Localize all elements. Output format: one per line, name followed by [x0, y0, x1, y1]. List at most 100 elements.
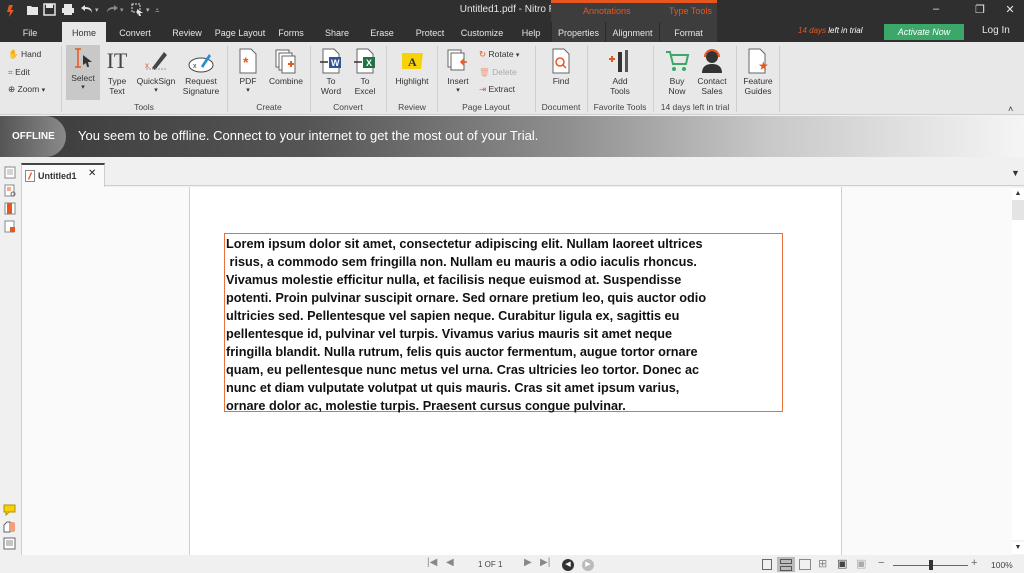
hand-icon: ✋ — [8, 49, 19, 59]
collapse-ribbon-icon[interactable]: ˄ — [1008, 104, 1013, 114]
quicksign-button[interactable]: x QuickSign ▾ — [134, 48, 178, 96]
fullscreen-view-icon[interactable]: ▣ — [837, 559, 847, 570]
contact-sales-button[interactable]: Contact Sales — [694, 48, 730, 96]
select-icon — [75, 48, 92, 68]
document-tab-bar — [21, 157, 1024, 186]
rotate-dropdown-icon: ▾ — [515, 52, 520, 59]
word-icon: W — [320, 48, 341, 74]
text-line: potenti. Proin pulvinar suscipit ornare.… — [226, 291, 707, 305]
zoom-slider-thumb[interactable] — [928, 560, 933, 570]
type-text-button[interactable]: IT Type Text — [104, 48, 130, 96]
to-excel-button[interactable]: X To Excel — [350, 48, 380, 96]
rotate-icon: ↻ — [479, 49, 487, 59]
delete-button[interactable]: 🗑 Delete — [479, 67, 517, 78]
text-line: Lorem ipsum dolor sit amet, consectetur … — [226, 237, 703, 251]
trial-notice: 14 days left in trial — [798, 26, 863, 35]
group-label-favorite-tools: Favorite Tools — [593, 102, 647, 112]
page-indicator[interactable]: 1 OF 1 — [478, 560, 502, 569]
text-box-selected[interactable]: Lorem ipsum dolor sit amet, consectetur … — [224, 233, 783, 413]
next-page-button[interactable]: ▶ — [524, 557, 532, 568]
tab-convert[interactable]: Convert — [112, 22, 158, 42]
continuous-view-icon[interactable] — [777, 557, 795, 572]
create-pdf-button[interactable]: * PDF ▾ — [233, 48, 263, 96]
insert-icon — [447, 49, 467, 71]
bookmark-icon[interactable] — [4, 202, 16, 220]
pages-panel-icon[interactable] — [4, 166, 16, 184]
type-tools-group-label: Type Tools — [669, 6, 712, 16]
select-dropdown-icon: ▾ — [81, 84, 85, 91]
tab-properties[interactable]: Properties — [551, 22, 605, 42]
annotations-group-label: Annotations — [583, 6, 631, 16]
tab-format[interactable]: Format — [659, 22, 717, 42]
tab-help[interactable]: Help — [514, 22, 548, 42]
first-page-button[interactable]: |◀ — [427, 557, 437, 568]
group-label-create: Create — [256, 102, 282, 112]
tab-review[interactable]: Review — [166, 22, 208, 42]
select-button[interactable]: Select ▾ — [66, 45, 100, 100]
continuous-facing-view-icon[interactable]: ⊞ — [818, 559, 827, 570]
login-button[interactable]: Log In — [982, 25, 1010, 36]
zoom-level[interactable]: 100% — [991, 560, 1013, 570]
previous-view-button[interactable]: ◀ — [562, 559, 574, 571]
last-page-button[interactable]: ▶| — [540, 557, 550, 568]
zoom-out-button[interactable]: − — [878, 557, 884, 569]
edit-icon: ⌗ — [8, 67, 13, 77]
combine-button[interactable]: Combine — [266, 48, 306, 86]
security-icon[interactable] — [4, 220, 16, 238]
group-label-tools: Tools — [134, 102, 154, 112]
activate-now-button[interactable]: Activate Now — [884, 24, 964, 40]
extract-button[interactable]: ⇥ Extract — [479, 84, 515, 95]
scroll-down-button[interactable]: ▼ — [1012, 542, 1024, 554]
tab-file[interactable]: File — [10, 22, 50, 42]
attachments-icon[interactable] — [3, 520, 16, 538]
tab-home[interactable]: Home — [62, 22, 106, 42]
minimize-button[interactable]: ‒ — [926, 3, 946, 15]
contact-sales-icon — [702, 49, 722, 73]
comments-icon[interactable] — [3, 503, 16, 521]
output-panel-icon[interactable] — [3, 537, 16, 555]
close-button[interactable]: ✕ — [1000, 3, 1020, 16]
tab-protect[interactable]: Protect — [408, 22, 452, 42]
hand-button[interactable]: ✋ Hand — [8, 49, 41, 60]
scrollbar-track[interactable] — [1012, 220, 1024, 540]
find-button[interactable]: Find — [543, 48, 579, 86]
highlight-button[interactable]: A Highlight — [390, 48, 434, 86]
tab-forms[interactable]: Forms — [272, 22, 310, 42]
insert-button[interactable]: Insert ▾ — [442, 48, 474, 96]
to-word-button[interactable]: W To Word — [316, 48, 346, 96]
presentation-view-icon[interactable]: ▣ — [856, 559, 866, 570]
single-page-view-icon[interactable] — [762, 559, 772, 570]
scroll-up-button[interactable]: ▲ — [1012, 188, 1024, 200]
next-view-button[interactable]: ▶ — [582, 559, 594, 571]
group-label-page-layout: Page Layout — [462, 102, 510, 112]
tab-alignment[interactable]: Alignment — [605, 22, 659, 42]
window-title: Untitled1.pdf - Nitro Pro — [459, 4, 565, 15]
close-tab-icon[interactable]: ✕ — [88, 168, 96, 179]
zoom-icon: ⊕ — [8, 84, 16, 94]
zoom-in-button[interactable]: + — [971, 557, 977, 569]
extract-icon: ⇥ — [479, 84, 487, 94]
pdf-file-icon — [25, 169, 35, 187]
restore-button[interactable]: ❐ — [970, 3, 990, 16]
edit-button[interactable]: ⌗ Edit — [8, 67, 30, 78]
rotate-button[interactable]: ↻ Rotate ▾ — [479, 49, 519, 61]
zoom-button[interactable]: ⊕ Zoom ▾ — [8, 84, 45, 96]
svg-text:★: ★ — [758, 59, 769, 73]
bookmarks-search-icon[interactable] — [4, 184, 16, 202]
feature-guides-button[interactable]: ★ Feature Guides — [740, 48, 776, 96]
previous-page-button[interactable]: ◀ — [446, 557, 454, 568]
group-separator — [736, 46, 737, 112]
tab-list-dropdown-icon[interactable]: ▼ — [1011, 168, 1020, 178]
facing-view-icon[interactable] — [799, 559, 811, 570]
tab-page-layout[interactable]: Page Layout — [212, 22, 268, 42]
add-tools-button[interactable]: Add Tools — [603, 48, 637, 96]
scrollbar-thumb[interactable] — [1012, 200, 1024, 220]
tab-customize[interactable]: Customize — [456, 22, 508, 42]
request-signature-button[interactable]: x Request Signature — [180, 48, 222, 96]
text-line: nunc et diam vulputate volutpat ut quis … — [226, 381, 680, 395]
buy-now-button[interactable]: Buy Now — [662, 48, 692, 96]
text-line: quam, eu pellentesque nunc metus vel urn… — [226, 363, 700, 377]
text-line: ornare dolor ac, molestie turpis. Praese… — [226, 399, 626, 413]
tab-erase[interactable]: Erase — [364, 22, 400, 42]
tab-share[interactable]: Share — [318, 22, 356, 42]
